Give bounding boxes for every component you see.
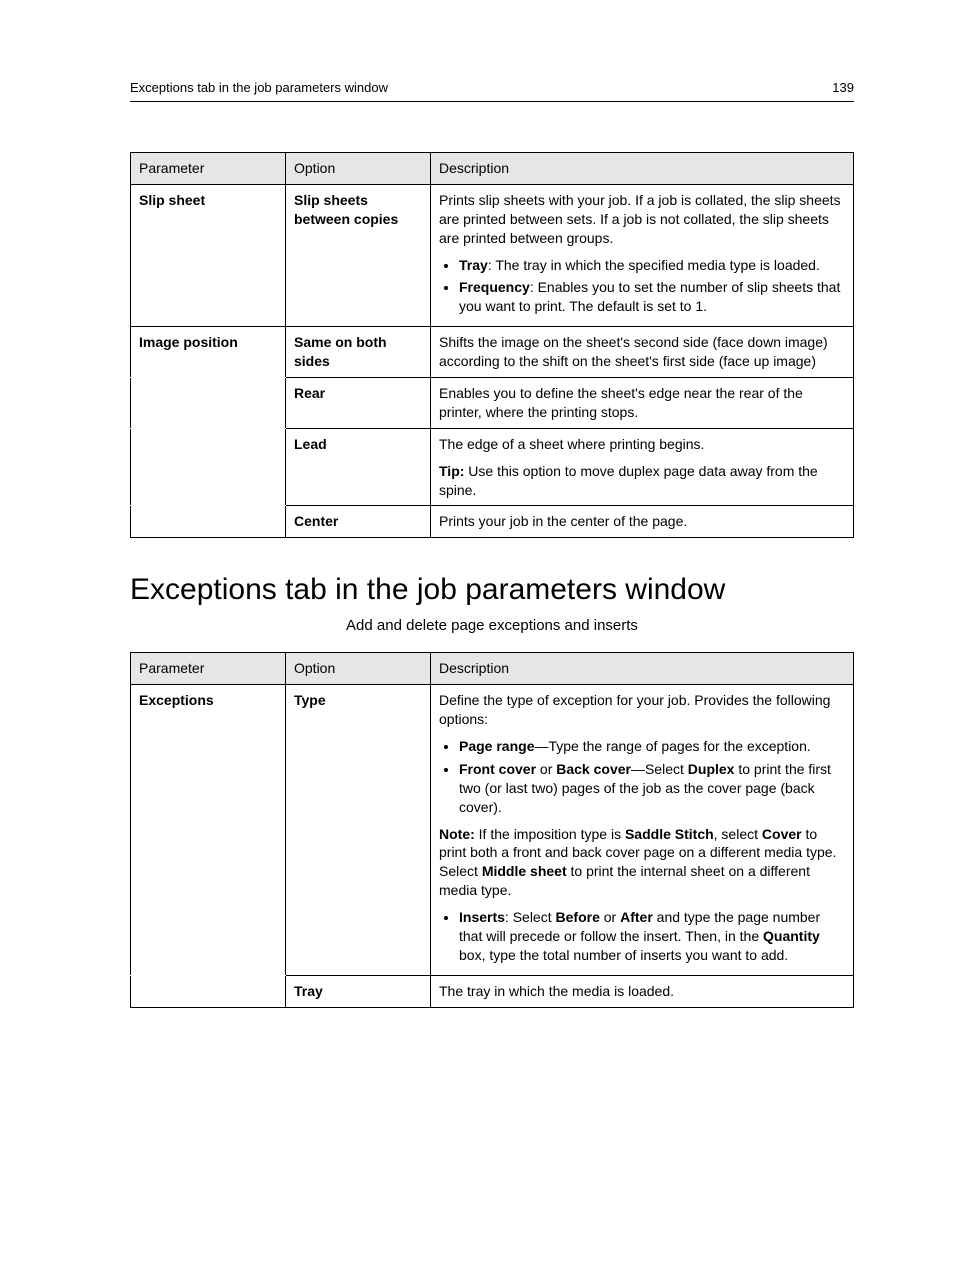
label-tray: Tray — [459, 257, 488, 273]
text: —Type the range of pages for the excepti… — [534, 738, 810, 754]
label-cover: Cover — [762, 826, 802, 842]
parameters-table-1: Parameter Option Description Slip sheet … — [130, 152, 854, 538]
list-item: Inserts: Select Before or After and type… — [459, 908, 845, 965]
list-item: Front cover or Back cover—Select Duplex … — [459, 760, 845, 817]
running-header: Exceptions tab in the job parameters win… — [130, 80, 854, 102]
header-page-number: 139 — [832, 80, 854, 95]
label-frequency: Frequency — [459, 279, 530, 295]
label-duplex: Duplex — [688, 761, 735, 777]
text: , select — [714, 826, 762, 842]
list-item: Frequency: Enables you to set the number… — [459, 278, 845, 316]
label-middle-sheet: Middle sheet — [482, 863, 567, 879]
text: The edge of a sheet where printing begin… — [439, 436, 704, 452]
option-same-both-sides: Same on both sides — [286, 327, 431, 378]
label-saddle-stitch: Saddle Stitch — [625, 826, 714, 842]
bullet-list: Inserts: Select Before or After and type… — [439, 908, 845, 965]
bullet-list: Tray: The tray in which the specified me… — [439, 256, 845, 317]
text: or — [536, 761, 556, 777]
table-row: Center Prints your job in the center of … — [131, 506, 854, 538]
label-quantity: Quantity — [763, 928, 820, 944]
param-slip-sheet: Slip sheet — [131, 184, 286, 326]
table-row: Lead The edge of a sheet where printing … — [131, 428, 854, 506]
tip-label: Tip: — [439, 463, 464, 479]
desc-center: Prints your job in the center of the pag… — [431, 506, 854, 538]
text: Use this option to move duplex page data… — [439, 463, 818, 498]
option-tray: Tray — [286, 975, 431, 1007]
list-item: Tray: The tray in which the specified me… — [459, 256, 845, 275]
label-inserts: Inserts — [459, 909, 505, 925]
col-description: Description — [431, 153, 854, 185]
table-header-row: Parameter Option Description — [131, 153, 854, 185]
label-page-range: Page range — [459, 738, 534, 754]
table-row: Exceptions Type Define the type of excep… — [131, 685, 854, 976]
desc-tray: The tray in which the media is loaded. — [431, 975, 854, 1007]
label-after: After — [620, 909, 653, 925]
col-option: Option — [286, 653, 431, 685]
table-header-row: Parameter Option Description — [131, 653, 854, 685]
bullet-list: Page range—Type the range of pages for t… — [439, 737, 845, 817]
desc-slip-sheet: Prints slip sheets with your job. If a j… — [431, 184, 854, 326]
text: Prints slip sheets with your job. If a j… — [439, 192, 841, 246]
section-heading: Exceptions tab in the job parameters win… — [130, 573, 854, 607]
option-type: Type — [286, 685, 431, 976]
desc-type: Define the type of exception for your jo… — [431, 685, 854, 976]
table-row: Image position Same on both sides Shifts… — [131, 327, 854, 378]
col-parameter: Parameter — [131, 153, 286, 185]
label-back-cover: Back cover — [556, 761, 631, 777]
text: : Select — [505, 909, 556, 925]
desc-rear: Enables you to define the sheet's edge n… — [431, 378, 854, 429]
list-item: Page range—Type the range of pages for t… — [459, 737, 845, 756]
empty-cell — [131, 378, 286, 429]
section-subtitle: Add and delete page exceptions and inser… — [130, 617, 854, 634]
table-row: Rear Enables you to define the sheet's e… — [131, 378, 854, 429]
option-slip-sheets-between-copies: Slip sheets between copies — [286, 184, 431, 326]
col-option: Option — [286, 153, 431, 185]
option-rear: Rear — [286, 378, 431, 429]
label-before: Before — [556, 909, 600, 925]
note-label: Note: — [439, 826, 475, 842]
empty-cell — [131, 428, 286, 506]
text: box, type the total number of inserts yo… — [459, 947, 788, 963]
label-front-cover: Front cover — [459, 761, 536, 777]
table-row: Tray The tray in which the media is load… — [131, 975, 854, 1007]
text: : The tray in which the specified media … — [488, 257, 820, 273]
desc-same-both-sides: Shifts the image on the sheet's second s… — [431, 327, 854, 378]
col-description: Description — [431, 653, 854, 685]
parameters-table-2: Parameter Option Description Exceptions … — [130, 652, 854, 1007]
text: If the imposition type is — [475, 826, 625, 842]
text: Define the type of exception for your jo… — [439, 692, 830, 727]
text: or — [600, 909, 620, 925]
table-row: Slip sheet Slip sheets between copies Pr… — [131, 184, 854, 326]
note-block: Note: If the imposition type is Saddle S… — [439, 825, 845, 901]
option-center: Center — [286, 506, 431, 538]
text: —Select — [631, 761, 688, 777]
header-title: Exceptions tab in the job parameters win… — [130, 80, 388, 95]
param-exceptions: Exceptions — [131, 685, 286, 976]
option-lead: Lead — [286, 428, 431, 506]
document-page: Exceptions tab in the job parameters win… — [0, 0, 954, 1270]
empty-cell — [131, 975, 286, 1007]
col-parameter: Parameter — [131, 653, 286, 685]
desc-lead: The edge of a sheet where printing begin… — [431, 428, 854, 506]
empty-cell — [131, 506, 286, 538]
tip-block: Tip: Use this option to move duplex page… — [439, 462, 845, 500]
param-image-position: Image position — [131, 327, 286, 378]
